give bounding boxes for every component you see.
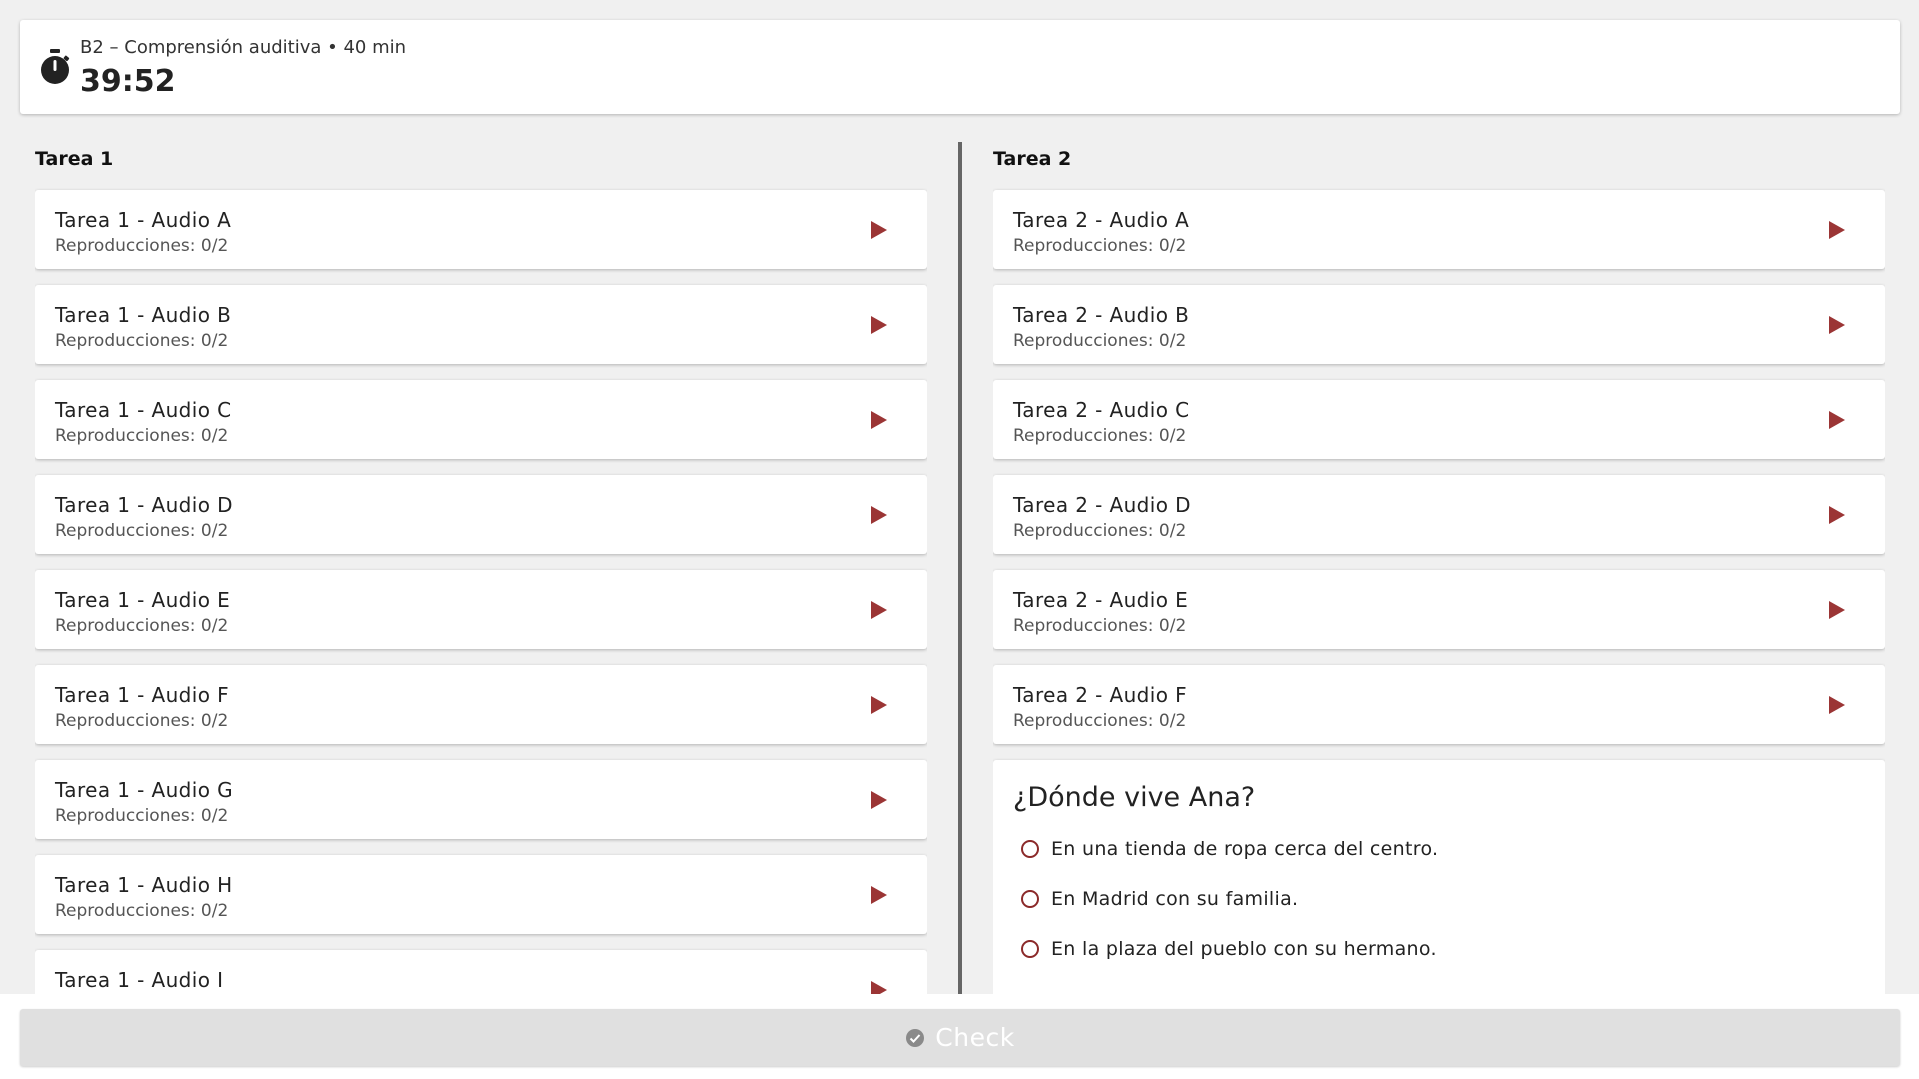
audio-title: Tarea 2 - Audio F	[1013, 683, 1188, 707]
audio-card: Tarea 1 - Audio C Reproducciones: 0/2	[35, 380, 927, 459]
audio-title: Tarea 2 - Audio B	[1013, 303, 1190, 327]
plays-counter: Reproducciones: 0/2	[1013, 616, 1187, 636]
plays-counter: Reproducciones: 0/2	[55, 236, 229, 256]
play-icon	[1829, 601, 1845, 619]
audio-title: Tarea 1 - Audio E	[55, 588, 231, 612]
plays-counter: Reproducciones: 0/2	[55, 901, 229, 921]
play-icon	[1829, 316, 1845, 334]
audio-card: Tarea 1 - Audio H Reproducciones: 0/2	[35, 855, 927, 934]
audio-card: Tarea 2 - Audio D Reproducciones: 0/2	[993, 475, 1885, 554]
radio-button-icon[interactable]	[1021, 840, 1039, 858]
plays-counter: Reproducciones: 0/2	[1013, 236, 1187, 256]
audio-card: Tarea 1 - Audio G Reproducciones: 0/2	[35, 760, 927, 839]
play-button[interactable]	[1817, 210, 1857, 250]
audio-card: Tarea 1 - Audio A Reproducciones: 0/2	[35, 190, 927, 269]
play-icon	[1829, 696, 1845, 714]
audio-title: Tarea 1 - Audio C	[55, 398, 232, 422]
audio-title: Tarea 1 - Audio H	[55, 873, 233, 897]
play-button[interactable]	[859, 970, 899, 994]
exam-label: B2 – Comprensión auditiva • 40 min	[80, 37, 407, 58]
play-icon	[1829, 221, 1845, 239]
plays-counter: Reproducciones: 0/2	[55, 521, 229, 541]
play-button[interactable]	[1817, 400, 1857, 440]
play-icon	[871, 506, 887, 524]
stopwatch-icon	[41, 49, 70, 84]
check-circle-icon	[906, 1028, 925, 1047]
audio-title: Tarea 1 - Audio B	[55, 303, 232, 327]
plays-counter: Reproducciones: 0/2	[55, 331, 229, 351]
plays-counter: Reproducciones: 0/2	[55, 616, 229, 636]
audio-title: Tarea 1 - Audio A	[55, 208, 232, 232]
play-button[interactable]	[859, 590, 899, 630]
column-divider	[958, 142, 962, 994]
plays-counter: Reproducciones: 0/2	[55, 806, 229, 826]
audio-card: Tarea 2 - Audio B Reproducciones: 0/2	[993, 285, 1885, 364]
play-icon	[1829, 411, 1845, 429]
audio-title: Tarea 1 - Audio I	[55, 968, 224, 992]
question-card: ¿Dónde vive Ana? En una tienda de ropa c…	[993, 760, 1885, 994]
play-icon	[871, 221, 887, 239]
check-button-label: Check	[935, 1023, 1015, 1052]
plays-counter: Reproducciones: 0/2	[1013, 426, 1187, 446]
play-button[interactable]	[859, 305, 899, 345]
radio-button-icon[interactable]	[1021, 890, 1039, 908]
play-icon	[1829, 506, 1845, 524]
play-icon	[871, 696, 887, 714]
play-button[interactable]	[1817, 495, 1857, 535]
check-button[interactable]: Check	[20, 1009, 1900, 1066]
section-title-tarea-1: Tarea 1	[35, 148, 114, 170]
play-button[interactable]	[1817, 685, 1857, 725]
audio-title: Tarea 1 - Audio D	[55, 493, 233, 517]
play-icon	[871, 981, 887, 994]
audio-card: Tarea 1 - Audio F Reproducciones: 0/2	[35, 665, 927, 744]
audio-card: Tarea 2 - Audio A Reproducciones: 0/2	[993, 190, 1885, 269]
plays-counter: Reproducciones: 0/2	[55, 711, 229, 731]
audio-title: Tarea 2 - Audio D	[1013, 493, 1191, 517]
play-button[interactable]	[859, 400, 899, 440]
audio-list-tarea-2: Tarea 2 - Audio A Reproducciones: 0/2 Ta…	[993, 190, 1885, 994]
audio-list-tarea-1: Tarea 1 - Audio A Reproducciones: 0/2 Ta…	[35, 190, 927, 994]
play-icon	[871, 316, 887, 334]
plays-counter: Reproducciones: 0/2	[55, 426, 229, 446]
audio-card: Tarea 2 - Audio E Reproducciones: 0/2	[993, 570, 1885, 649]
audio-title: Tarea 1 - Audio G	[55, 778, 234, 802]
audio-card: Tarea 2 - Audio C Reproducciones: 0/2	[993, 380, 1885, 459]
play-button[interactable]	[859, 875, 899, 915]
audio-title: Tarea 2 - Audio E	[1013, 588, 1189, 612]
play-button[interactable]	[859, 495, 899, 535]
tarea-2-column: Tarea 2 Tarea 2 - Audio A Reproducciones…	[993, 140, 1885, 994]
answer-option-label: En una tienda de ropa cerca del centro.	[1051, 838, 1439, 860]
exam-header: B2 – Comprensión auditiva • 40 min 39:52	[20, 20, 1900, 114]
timer-value: 39:52	[80, 64, 176, 99]
plays-counter: Reproducciones: 0/2	[1013, 521, 1187, 541]
play-icon	[871, 411, 887, 429]
audio-card: Tarea 1 - Audio D Reproducciones: 0/2	[35, 475, 927, 554]
audio-card: Tarea 1 - Audio I	[35, 950, 927, 994]
play-button[interactable]	[859, 780, 899, 820]
question-title: ¿Dónde vive Ana?	[1013, 782, 1256, 813]
tarea-1-column: Tarea 1 Tarea 1 - Audio A Reproducciones…	[35, 140, 927, 994]
audio-card: Tarea 1 - Audio B Reproducciones: 0/2	[35, 285, 927, 364]
play-button[interactable]	[859, 685, 899, 725]
play-icon	[871, 886, 887, 904]
play-button[interactable]	[1817, 590, 1857, 630]
section-title-tarea-2: Tarea 2	[993, 148, 1072, 170]
radio-button-icon[interactable]	[1021, 940, 1039, 958]
answer-option-label: En la plaza del pueblo con su hermano.	[1051, 938, 1437, 960]
play-button[interactable]	[859, 210, 899, 250]
plays-counter: Reproducciones: 0/2	[1013, 711, 1187, 731]
audio-title: Tarea 1 - Audio F	[55, 683, 230, 707]
answer-option[interactable]: En una tienda de ropa cerca del centro.	[1021, 838, 1438, 860]
audio-card: Tarea 2 - Audio F Reproducciones: 0/2	[993, 665, 1885, 744]
audio-title: Tarea 2 - Audio A	[1013, 208, 1190, 232]
play-button[interactable]	[1817, 305, 1857, 345]
play-icon	[871, 601, 887, 619]
answer-option-label: En Madrid con su familia.	[1051, 888, 1299, 910]
play-icon	[871, 791, 887, 809]
plays-counter: Reproducciones: 0/2	[1013, 331, 1187, 351]
answer-option[interactable]: En Madrid con su familia.	[1021, 888, 1298, 910]
audio-card: Tarea 1 - Audio E Reproducciones: 0/2	[35, 570, 927, 649]
answer-option[interactable]: En la plaza del pueblo con su hermano.	[1021, 938, 1437, 960]
audio-title: Tarea 2 - Audio C	[1013, 398, 1190, 422]
